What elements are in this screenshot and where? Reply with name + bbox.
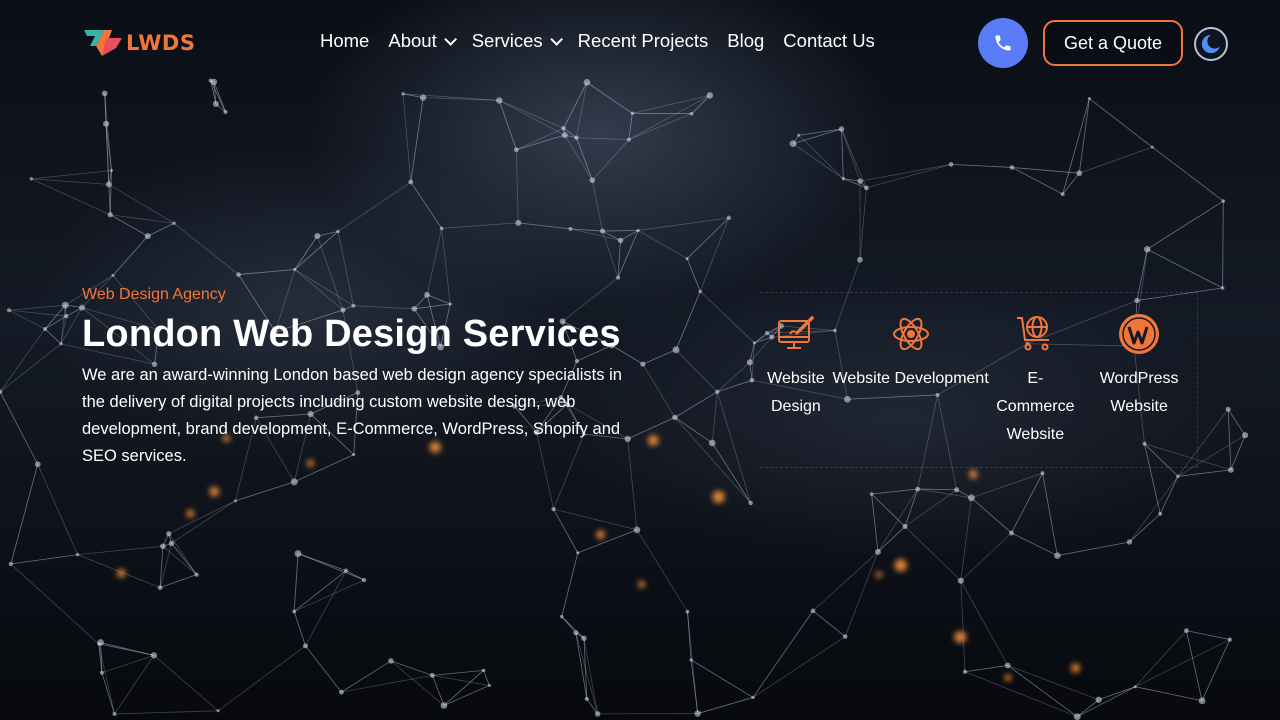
site-header: LWDS Home About Services Recent Projects… xyxy=(0,0,1280,86)
nav-item-home[interactable]: Home xyxy=(320,30,369,52)
service-wordpress-website[interactable]: WordPress Website xyxy=(1081,293,1197,467)
quote-label: Get a Quote xyxy=(1063,32,1163,53)
nav-label: Recent Projects xyxy=(577,30,709,51)
wordpress-icon xyxy=(1118,313,1160,355)
chevron-down-icon xyxy=(549,32,563,46)
monitor-paintbrush-icon xyxy=(775,313,817,355)
nav-label: Services xyxy=(471,30,543,51)
service-label: WordPress Website xyxy=(1099,370,1179,415)
get-a-quote-button[interactable]: Get a Quote xyxy=(1043,20,1183,66)
logo-mark-icon xyxy=(84,30,122,56)
service-e-commerce-website[interactable]: E-Commerce Website xyxy=(989,293,1081,467)
cart-globe-icon xyxy=(1014,313,1056,355)
service-label: Website Design xyxy=(767,370,825,415)
nav-label: Contact Us xyxy=(783,30,875,51)
moon-icon xyxy=(1201,33,1222,54)
main-nav: Home About Services Recent Projects Blog… xyxy=(320,30,875,52)
services-list: Website Design Website Development E-Com… xyxy=(760,292,1198,468)
theme-toggle-button[interactable] xyxy=(1194,27,1228,61)
nav-item-recent-projects[interactable]: Recent Projects xyxy=(578,30,709,52)
nav-item-contact-us[interactable]: Contact Us xyxy=(783,30,875,52)
nav-item-services[interactable]: Services xyxy=(471,30,563,52)
nav-label: Blog xyxy=(727,30,765,51)
atom-icon xyxy=(890,313,932,355)
hero-eyebrow: Web Design Agency xyxy=(82,286,226,303)
phone-button[interactable] xyxy=(978,18,1028,68)
service-label: Website Development xyxy=(832,370,989,387)
phone-icon xyxy=(995,35,1011,51)
service-label: E-Commerce Website xyxy=(996,370,1075,443)
nav-item-blog[interactable]: Blog xyxy=(727,30,764,52)
service-website-development[interactable]: Website Development xyxy=(832,293,990,467)
hero-description: We are an award-winning London based web… xyxy=(82,366,622,465)
chevron-down-icon xyxy=(443,32,457,46)
nav-label: About xyxy=(388,30,437,51)
page-title: London Web Design Services xyxy=(82,313,621,355)
logo-text: LWDS xyxy=(126,31,196,55)
logo[interactable]: LWDS xyxy=(82,26,195,60)
nav-label: Home xyxy=(320,30,370,51)
nav-item-about[interactable]: About xyxy=(388,30,457,52)
service-website-design[interactable]: Website Design xyxy=(760,293,832,467)
